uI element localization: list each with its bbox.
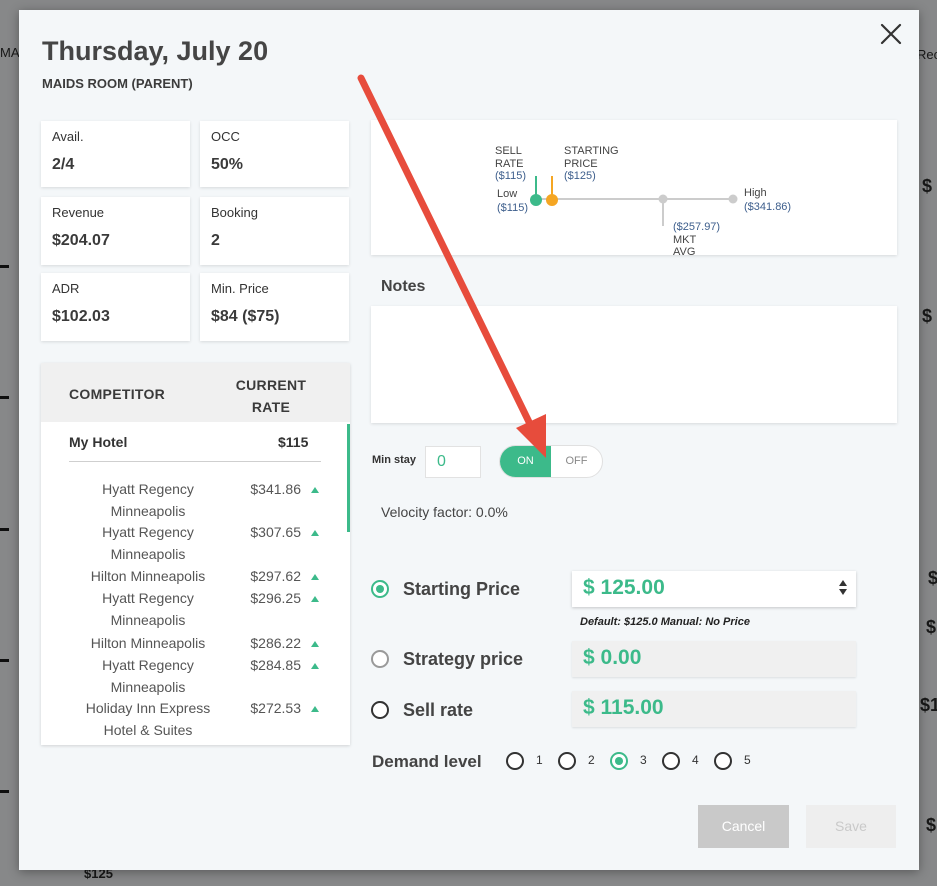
notes-textarea[interactable] <box>371 306 897 423</box>
demand-level-5-radio[interactable] <box>714 752 732 770</box>
min-stay-label: Min stay <box>372 454 417 466</box>
close-icon[interactable] <box>879 22 903 46</box>
competitor-name: Hyatt Regency Minneapolis <box>102 657 194 695</box>
kpi-label: Revenue <box>52 205 105 220</box>
kpi-card-revenue: Revenue $204.07 <box>41 197 190 265</box>
strategy-price-label: Strategy price <box>403 649 524 669</box>
low-label: Low ($115) <box>497 188 528 214</box>
competitor-name: Hyatt Regency Minneapolis <box>102 590 194 628</box>
competitor-rate: $284.85 <box>250 657 301 673</box>
strategy-price-input: $ 0.00 <box>572 641 856 677</box>
sell-rate-label: SELL RATE ($115) <box>495 145 526 182</box>
high-dot <box>728 194 738 204</box>
trend-up-icon <box>311 641 319 647</box>
save-button[interactable]: Save <box>806 805 896 848</box>
starting-price-label: Starting Price <box>403 579 521 599</box>
column-header-competitor: COMPETITOR <box>69 386 166 402</box>
kpi-card-booking: Booking 2 <box>200 197 349 265</box>
kpi-value: $204.07 <box>52 232 110 249</box>
starting-price-radio[interactable] <box>371 580 389 598</box>
kpi-value: 2/4 <box>52 156 75 173</box>
competitor-rate: $296.25 <box>250 590 301 606</box>
demand-level-3-radio[interactable] <box>610 752 628 770</box>
high-label: High ($341.86) <box>744 187 792 213</box>
competitor-rate: $286.22 <box>250 635 301 651</box>
min-stay-toggle[interactable]: ON OFF <box>499 445 603 478</box>
trend-up-icon <box>311 596 319 602</box>
demand-level-2-radio[interactable] <box>558 752 576 770</box>
price-range-panel: SELL RATE ($115) STARTING PRICE ($125) L… <box>371 120 897 258</box>
competitor-rate: $272.53 <box>250 700 301 716</box>
price-defaults-note: Default: $125.0 Manual: No Price <box>580 616 750 628</box>
demand-level-1-radio[interactable] <box>506 752 524 770</box>
competitor-name: Holiday Inn Express Hotel & Suites <box>85 700 211 738</box>
starting-price-input[interactable]: $ 125.00 <box>572 571 856 607</box>
column-header-current-rate: CURRENT RATE <box>235 377 307 415</box>
demand-level-5-label: 5 <box>744 753 751 767</box>
demand-level-4-label: 4 <box>692 753 699 767</box>
notes-label: Notes <box>381 278 426 295</box>
starting-price-dot <box>546 194 558 206</box>
demand-level-label: Demand level <box>372 752 482 771</box>
kpi-card-adr: ADR $102.03 <box>41 273 190 341</box>
toggle-off-option[interactable]: OFF <box>551 446 602 477</box>
demand-level-2-label: 2 <box>588 753 595 767</box>
modal-date-title: Thursday, July 20 <box>42 36 269 66</box>
kpi-value: $84 ($75) <box>211 308 280 325</box>
velocity-factor: Velocity factor: 0.0% <box>381 504 508 520</box>
table-scrollbar[interactable] <box>347 424 350 532</box>
trend-up-icon <box>311 574 319 580</box>
competitor-rate: $307.65 <box>250 524 301 540</box>
starting-price-value: $ 125.00 <box>583 576 665 599</box>
competitor-table[interactable]: COMPETITOR CURRENT RATE My Hotel $115 Hy… <box>41 363 350 745</box>
kpi-card-avail: Avail. 2/4 <box>41 121 190 187</box>
my-hotel-name: My Hotel <box>69 434 128 450</box>
kpi-label: Booking <box>211 205 258 220</box>
sell-rate-input: $ 115.00 <box>572 691 856 727</box>
my-hotel-rate: $115 <box>278 434 309 450</box>
trend-up-icon <box>311 706 319 712</box>
mkt-avg-dot <box>658 194 668 204</box>
low-dot <box>530 194 542 206</box>
kpi-label: ADR <box>52 281 80 296</box>
kpi-value: 2 <box>211 232 220 249</box>
kpi-label: Avail. <box>52 129 84 144</box>
min-stay-input[interactable]: 0 <box>425 446 481 478</box>
trend-up-icon <box>311 663 319 669</box>
day-detail-modal: Thursday, July 20 MAIDS ROOM (PARENT) Av… <box>19 10 919 870</box>
trend-up-icon <box>311 530 319 536</box>
trend-up-icon <box>311 487 319 493</box>
toggle-on-option[interactable]: ON <box>500 446 551 477</box>
cancel-button[interactable]: Cancel <box>698 805 789 848</box>
kpi-card-occ: OCC 50% <box>200 121 349 187</box>
kpi-card-min-price: Min. Price $84 ($75) <box>200 273 349 341</box>
kpi-value: 50% <box>211 156 244 173</box>
spinner-icon[interactable] <box>839 580 848 597</box>
sell-rate-label: Sell rate <box>403 700 474 720</box>
starting-price-label: STARTING PRICE ($125) <box>564 145 619 182</box>
kpi-label: Min. Price <box>211 281 269 296</box>
mkt-avg-label: ($257.97) MKT AVG <box>673 221 721 258</box>
price-range-track <box>530 176 738 226</box>
competitor-table-header: COMPETITOR CURRENT RATE <box>41 363 350 422</box>
competitor-name: Hilton Minneapolis <box>90 568 206 584</box>
competitor-name: Hilton Minneapolis <box>90 635 206 651</box>
demand-level-1-label: 1 <box>536 753 543 767</box>
competitor-rate: $297.62 <box>250 568 301 584</box>
competitor-rate: $341.86 <box>250 481 301 497</box>
divider <box>69 461 321 462</box>
strategy-price-radio[interactable] <box>371 650 389 668</box>
kpi-value: $102.03 <box>52 308 110 325</box>
kpi-label: OCC <box>211 129 240 144</box>
sell-rate-radio[interactable] <box>371 701 389 719</box>
room-name: MAIDS ROOM (PARENT) <box>42 76 193 91</box>
competitor-name: Hyatt Regency Minneapolis <box>102 481 194 519</box>
demand-level-4-radio[interactable] <box>662 752 680 770</box>
demand-level-3-label: 3 <box>640 753 647 767</box>
competitor-name: Hyatt Regency Minneapolis <box>102 524 194 562</box>
